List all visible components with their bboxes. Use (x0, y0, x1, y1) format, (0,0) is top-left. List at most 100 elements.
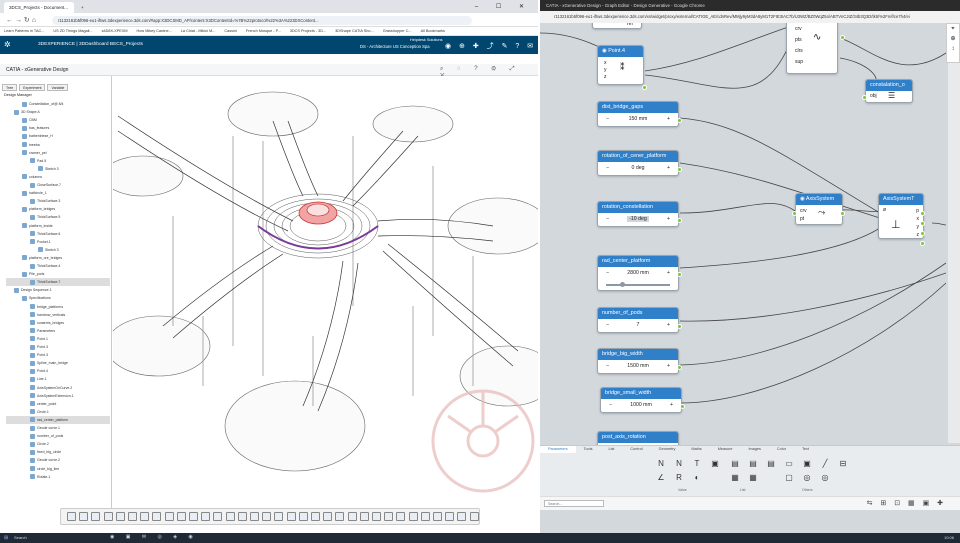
tree-item[interactable]: Sketch 3 (6, 165, 110, 173)
port-p[interactable]: p (916, 207, 919, 215)
bookmark-item[interactable]: Learn Patterns in TAC... (4, 29, 44, 33)
tree-item[interactable]: platform_bridges (6, 205, 110, 213)
tree-item[interactable]: bridge_platforms (6, 303, 110, 311)
tree-item[interactable]: Pocket.1 (6, 238, 110, 246)
zoom-icons[interactable]: ⌖ ⊕ ↕ (947, 24, 959, 54)
action-bar-tool-icon[interactable] (335, 512, 345, 521)
action-bar-tool-icon[interactable] (372, 512, 381, 521)
curve-node[interactable]: crv pts clrs sup ∿ (786, 23, 838, 74)
node-axis-system-t[interactable]: AxisSystemT ø p x y z ⊥ (878, 193, 924, 239)
tree-item[interactable]: Pile_pods (6, 270, 110, 278)
window-controls[interactable]: – ☐ ✕ (475, 3, 532, 10)
tree-item[interactable]: Constellation_of@ 8/4 (6, 100, 110, 108)
action-bar-tool-icon[interactable] (359, 512, 369, 521)
node-axis-system[interactable]: ◉ AxisSystem crv pt ⤳ (795, 193, 843, 225)
tree-item[interactable]: ThickSurface.6 (6, 230, 110, 238)
graph-url-field[interactable]: r1132161b5f096-eu1-iftws.3dexperience.3d… (540, 11, 960, 23)
library-tab[interactable]: Color (769, 446, 794, 453)
top-node[interactable]: ref (592, 23, 642, 29)
action-bar-tool-icon[interactable] (103, 512, 113, 521)
real-node-icon[interactable]: R (674, 473, 684, 482)
library-tab[interactable]: Text (794, 446, 817, 453)
increment-button[interactable]: + (667, 270, 670, 276)
action-bar-tool-icon[interactable] (408, 512, 418, 521)
port-obj[interactable]: obj (870, 93, 877, 99)
bookmark-item[interactable]: s4D8X-XPEXM (102, 29, 128, 33)
output-port[interactable] (677, 272, 682, 277)
port-origin[interactable]: ø (883, 207, 886, 213)
tree-item[interactable]: Rotate.1 (6, 473, 110, 481)
other-node-icon-4[interactable]: ⊟ (838, 459, 848, 468)
tree-item[interactable]: Geode curve.2 (6, 456, 110, 464)
library-tab[interactable]: Control (622, 446, 650, 453)
tree-tab-experiment[interactable]: Experiment (19, 84, 46, 91)
action-bar-tool-icon[interactable] (396, 512, 406, 521)
increment-button[interactable]: + (667, 216, 670, 222)
port-z[interactable]: z (604, 74, 607, 81)
graph-canvas[interactable]: crv pts clrs sup ∿ ref ◉ Point.4 x y z ⁑… (540, 23, 946, 445)
tree-tab-variable[interactable]: Variable (47, 84, 69, 91)
integer-node-icon[interactable]: N (674, 459, 684, 468)
decrement-button[interactable]: − (606, 270, 609, 276)
node-constellation[interactable]: constalation_o obj ☰ (865, 79, 913, 103)
action-bar-tool-icon[interactable] (433, 512, 442, 521)
list-node-icon[interactable]: ▤ (730, 459, 740, 468)
bookmark-item[interactable]: How Mikey Cardne... (137, 29, 172, 33)
action-bar-tool-icon[interactable] (176, 512, 186, 521)
output-port[interactable] (677, 118, 682, 123)
tree-item[interactable]: center_point (6, 400, 110, 408)
output-port[interactable] (677, 324, 682, 329)
tree-item[interactable]: Circle.2 (6, 440, 110, 448)
increment-button[interactable]: + (667, 165, 670, 171)
tree-item[interactable]: columns (6, 173, 110, 181)
action-bar-tool-icon[interactable] (91, 512, 101, 521)
library-tab[interactable]: Maths (683, 446, 709, 453)
output-port[interactable] (840, 35, 845, 40)
tree-item[interactable]: CloseSurface.7 (6, 181, 110, 189)
tree-item[interactable]: Point.1 (6, 335, 110, 343)
output-port[interactable] (862, 95, 867, 100)
list-item-icon[interactable]: ▤ (748, 459, 758, 468)
library-tab[interactable]: Parameters (540, 446, 576, 453)
tree-item[interactable]: fixed_big_circle (6, 448, 110, 456)
library-tab[interactable]: Images (740, 446, 768, 453)
param-value[interactable]: 2800 mm (627, 270, 649, 276)
output-port[interactable] (677, 218, 682, 223)
action-bar-tool-icon[interactable] (225, 512, 235, 521)
tree-item[interactable]: Circle.1 (6, 408, 110, 416)
tree-item[interactable]: ThickSurface.4 (6, 262, 110, 270)
bookmark-item[interactable]: 3DShape CATIA Sho... (335, 29, 374, 33)
tree-item[interactable]: tneeba (6, 141, 110, 149)
bookmark-item[interactable]: Grasshopper C... (383, 29, 412, 33)
port-ref[interactable]: ref (627, 23, 633, 27)
action-bar-tool-icon[interactable] (262, 512, 272, 521)
port-pts[interactable]: pts (795, 35, 803, 46)
action-bar-tool-icon[interactable] (457, 512, 467, 521)
decrement-button[interactable]: − (606, 216, 609, 222)
decrement-button[interactable]: − (606, 165, 609, 171)
tab-active[interactable]: 3DCS_Projects - Document... (4, 2, 74, 13)
other-node-icon-1[interactable]: ▭ (784, 459, 794, 468)
tree-item[interactable]: halfcircle_1 (6, 189, 110, 197)
tree-item[interactable]: number_of_pods (6, 432, 110, 440)
context-selector[interactable]: DS - Architecture US Conception Spa (360, 44, 430, 49)
library-tab[interactable]: Geometry (651, 446, 684, 453)
action-bar-tool-icon[interactable] (152, 512, 162, 521)
param-value[interactable]: -10 deg (627, 216, 649, 222)
node-rotation-constellation[interactable]: rotation_constellation − -10 deg + (597, 201, 679, 227)
action-bar-tool-icon[interactable] (115, 512, 125, 521)
action-bar-tool-icon[interactable] (384, 512, 394, 521)
output-port[interactable] (677, 167, 682, 172)
output-port[interactable] (920, 231, 925, 236)
port-pt[interactable]: pt (800, 215, 807, 223)
tree-item[interactable]: platform_inside (6, 222, 110, 230)
taskbar-app-icons[interactable]: ◉ ▣ ✉ ◎ ◈ ◉ (110, 534, 198, 540)
increment-button[interactable]: + (667, 322, 670, 328)
decrement-button[interactable]: − (609, 402, 612, 408)
bookmark-item[interactable]: 3DCS Projects - 3D... (290, 29, 326, 33)
tree-item[interactable]: CBM (6, 116, 110, 124)
node-point4[interactable]: ◉ Point.4 x y z ⁑ (597, 45, 644, 85)
node-rotation-cener-platform[interactable]: rotation_of_cener_platform − 0 deg + (597, 150, 679, 176)
action-bar-tool-icon[interactable] (213, 512, 223, 521)
port-crv[interactable]: crv (800, 207, 807, 215)
